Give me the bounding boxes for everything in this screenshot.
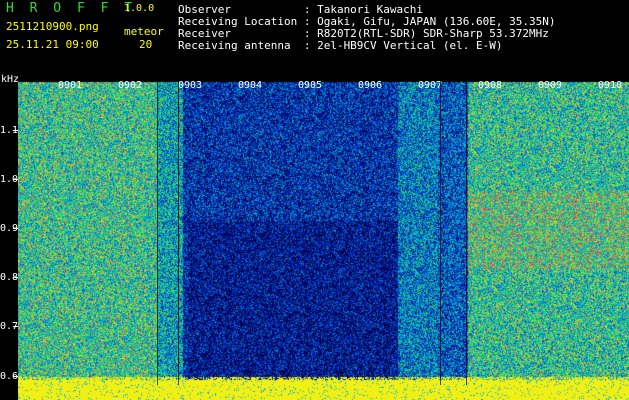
time-label: 0901 [58, 80, 83, 91]
time-label: 0902 [118, 80, 143, 91]
time-label: 0906 [358, 80, 383, 91]
time-label: 0907 [418, 80, 443, 91]
y-tick-mark [13, 179, 18, 180]
y-tick-label: 0.9 [0, 223, 19, 234]
y-tick-mark [13, 326, 18, 327]
app-version: 1.0.0 [124, 3, 155, 14]
y-tick-mark [13, 130, 18, 131]
app-title: H R O F F T [6, 1, 137, 16]
minute-divider [466, 80, 467, 385]
meteor-label: meteor [124, 25, 164, 38]
header-panel: H R O F F T 1.0.0 2511210900.png 25.11.2… [0, 0, 629, 80]
spectrogram-canvas [18, 80, 629, 400]
y-tick-mark [13, 376, 18, 377]
time-label: 0909 [538, 80, 563, 91]
y-tick-label: 0.6 [0, 371, 19, 382]
time-label: 0904 [238, 80, 263, 91]
antenna-line: Receiving antenna : 2el-HB9CV Vertical (… [178, 39, 503, 52]
y-axis-unit: kHz [1, 74, 20, 85]
time-label: 0905 [298, 80, 323, 91]
spectrogram-waterfall [18, 80, 629, 400]
y-tick-label: 1.1 [0, 125, 19, 136]
minute-divider [440, 80, 441, 385]
image-filename: 2511210900.png [6, 20, 99, 33]
y-tick-label: 0.7 [0, 321, 19, 332]
time-label: 0903 [178, 80, 203, 91]
minute-divider [178, 80, 179, 385]
minute-divider [157, 80, 158, 385]
capture-datetime: 25.11.21 09:00 [6, 38, 99, 51]
y-tick-label: 1.0 [0, 174, 19, 185]
y-tick-mark [13, 277, 18, 278]
y-tick-label: 0.8 [0, 272, 19, 283]
meteor-count: 20 [139, 38, 153, 51]
time-label: 0908 [478, 80, 503, 91]
time-label: 0910 [598, 80, 623, 91]
y-tick-mark [13, 228, 18, 229]
